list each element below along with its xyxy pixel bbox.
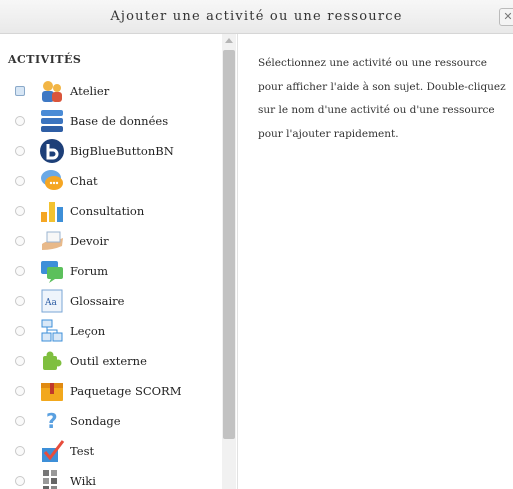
activity-item-devoir[interactable]: Devoir — [0, 226, 220, 256]
database-icon — [41, 110, 63, 132]
activity-radio[interactable] — [15, 386, 25, 396]
wiki-icon — [43, 470, 57, 489]
activity-label: Outil externe — [70, 354, 147, 368]
activity-radio[interactable] — [15, 416, 25, 426]
activity-item-consultation[interactable]: Consultation — [0, 196, 220, 226]
choice-icon — [41, 202, 63, 222]
lesson-icon — [41, 319, 63, 342]
assignment-icon — [42, 231, 63, 250]
activity-label: BigBlueButtonBN — [70, 144, 174, 158]
scroll-up-arrow-icon[interactable] — [225, 38, 233, 43]
scorm-icon — [41, 383, 63, 401]
activity-item-test[interactable]: Test — [0, 436, 220, 466]
dialog-title: Ajouter une activité ou une ressource — [110, 9, 403, 24]
activity-item-lecon[interactable]: Leçon — [0, 316, 220, 346]
activity-radio[interactable] — [15, 326, 25, 336]
activity-item-chat[interactable]: Chat — [0, 166, 220, 196]
activity-radio[interactable] — [15, 446, 25, 456]
survey-icon: ? — [46, 409, 58, 433]
activity-radio[interactable] — [15, 86, 25, 96]
activity-label: Wiki — [70, 474, 96, 488]
external-tool-icon — [43, 351, 62, 370]
activity-radio[interactable] — [15, 176, 25, 186]
activity-label: Base de données — [70, 114, 169, 128]
activity-radio[interactable] — [15, 296, 25, 306]
bigbluebutton-icon — [40, 139, 64, 163]
activity-item-atelier[interactable]: Atelier — [0, 76, 220, 106]
activity-label: Chat — [70, 174, 98, 188]
quiz-icon — [42, 440, 65, 462]
activity-label: Paquetage SCORM — [70, 384, 182, 398]
activity-item-forum[interactable]: Forum — [0, 256, 220, 286]
section-title-activities: ACTIVITÉS — [8, 53, 82, 66]
activity-radio[interactable] — [15, 476, 25, 486]
activity-radio[interactable] — [15, 116, 25, 126]
dialog-header: Ajouter une activité ou une ressource ✕ — [0, 0, 513, 34]
activity-item-glossaire[interactable]: Aa Glossaire — [0, 286, 220, 316]
activity-label: Consultation — [70, 204, 145, 218]
activity-label: Leçon — [70, 324, 106, 338]
svg-text:?: ? — [46, 409, 58, 433]
activity-radio[interactable] — [15, 356, 25, 366]
activity-item-wiki[interactable]: Wiki — [0, 466, 220, 489]
scrollbar-thumb[interactable] — [223, 50, 235, 439]
activity-label: Glossaire — [70, 294, 125, 308]
activity-list: Atelier Base de données BigBlueButtonBN — [0, 76, 220, 489]
forum-icon — [41, 261, 63, 283]
activity-label: Sondage — [70, 414, 121, 428]
activity-list-scrollbar[interactable] — [222, 34, 236, 489]
workshop-icon — [42, 81, 62, 102]
glossary-icon: Aa — [41, 289, 63, 313]
activity-radio[interactable] — [15, 146, 25, 156]
activity-item-scorm[interactable]: Paquetage SCORM — [0, 376, 220, 406]
activity-chooser-panel: ACTIVITÉS Atelier Base de données BigBlu… — [0, 34, 238, 489]
activity-label: Atelier — [70, 84, 110, 98]
close-button[interactable]: ✕ — [499, 8, 513, 26]
activity-label: Test — [70, 444, 95, 458]
help-text: Sélectionnez une activité ou une ressour… — [258, 57, 506, 140]
activity-item-sondage[interactable]: ? Sondage — [0, 406, 220, 436]
svg-text:Aa: Aa — [44, 298, 57, 308]
chat-icon — [41, 170, 63, 190]
activity-item-database[interactable]: Base de données — [0, 106, 220, 136]
activity-radio[interactable] — [15, 236, 25, 246]
activity-item-bigbluebutton[interactable]: BigBlueButtonBN — [0, 136, 220, 166]
activity-item-outil-externe[interactable]: Outil externe — [0, 346, 220, 376]
activity-label: Forum — [70, 264, 109, 278]
activity-radio[interactable] — [15, 266, 25, 276]
activity-radio[interactable] — [15, 206, 25, 216]
activity-label: Devoir — [70, 234, 109, 248]
help-panel: Sélectionnez une activité ou une ressour… — [258, 52, 513, 146]
